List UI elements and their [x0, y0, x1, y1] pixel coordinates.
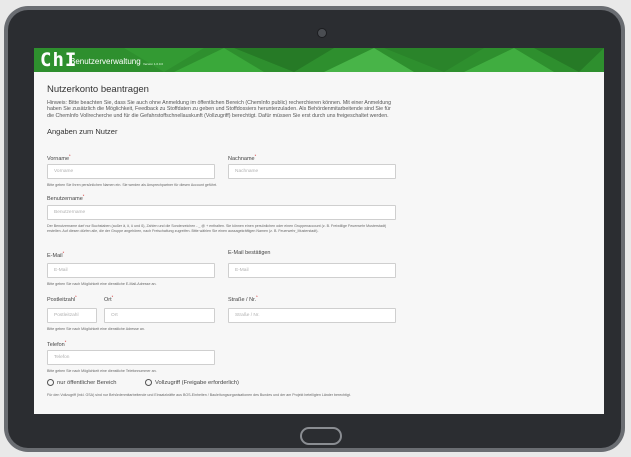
email-field[interactable]: E-Mail — [47, 263, 215, 278]
firstname-label: Vorname* — [47, 153, 71, 162]
email-confirm-field[interactable]: E-Mail — [228, 263, 396, 278]
username-field[interactable]: Benutzername — [47, 205, 396, 220]
screen: ChI Benutzerverwaltung Version 1.0.0.0 N… — [34, 48, 604, 414]
header-banner: ChI Benutzerverwaltung Version 1.0.0.0 — [34, 48, 604, 72]
address-help: Bitte geben Sie nach Möglichkeit eine di… — [47, 327, 145, 331]
radio-icon[interactable] — [145, 379, 152, 386]
phone-label: Telefon* — [47, 339, 67, 348]
street-field[interactable]: Straße / Nr. — [228, 308, 396, 323]
camera-icon — [317, 28, 327, 38]
firstname-field[interactable]: Vorname — [47, 164, 215, 179]
radio-icon[interactable] — [47, 379, 54, 386]
street-label: Straße / Nr.* — [228, 294, 258, 303]
phone-field[interactable]: Telefon — [47, 350, 215, 365]
lastname-label: Nachname* — [228, 153, 257, 162]
hint-text: Hinweis: Bitte beachten Sie, dass Sie au… — [47, 100, 392, 119]
access-help: Für den Vollzugriff (inkl. GSA) sind nur… — [47, 393, 351, 397]
email-help: Bitte geben Sie nach Möglichkeit eine di… — [47, 282, 157, 286]
email-confirm-label: E-Mail bestätigen — [228, 250, 271, 256]
section-title: Angaben zum Nutzer — [47, 127, 118, 137]
city-label: Ort* — [104, 294, 114, 303]
home-button[interactable] — [300, 427, 342, 445]
zip-label: Postleitzahl* — [47, 294, 77, 303]
email-label: E-Mail* — [47, 250, 65, 259]
name-help: Bitte geben Sie Ihren persönlichen Namen… — [47, 183, 218, 187]
zip-field[interactable]: Postleitzahl — [47, 308, 97, 323]
phone-help: Bitte geben Sie nach Möglichkeit eine di… — [47, 369, 157, 373]
lastname-field[interactable]: Nachname — [228, 164, 396, 179]
radio-full-access[interactable]: Vollzugriff (Freigabe erforderlich) — [145, 379, 239, 386]
form-content: Nutzerkonto beantragen Hinweis: Bitte be… — [47, 84, 597, 136]
version-label: Version 1.0.0.0 — [143, 62, 164, 66]
username-label: Benutzername* — [47, 193, 85, 202]
radio-public-access[interactable]: nur öffentlicher Bereich — [47, 379, 117, 386]
app-title: Benutzerverwaltung — [70, 57, 141, 66]
city-field[interactable]: Ort — [104, 308, 215, 323]
page-title: Nutzerkonto beantragen — [47, 84, 149, 95]
username-help: Der Benutzername darf nur Buchstaben (au… — [47, 224, 387, 233]
